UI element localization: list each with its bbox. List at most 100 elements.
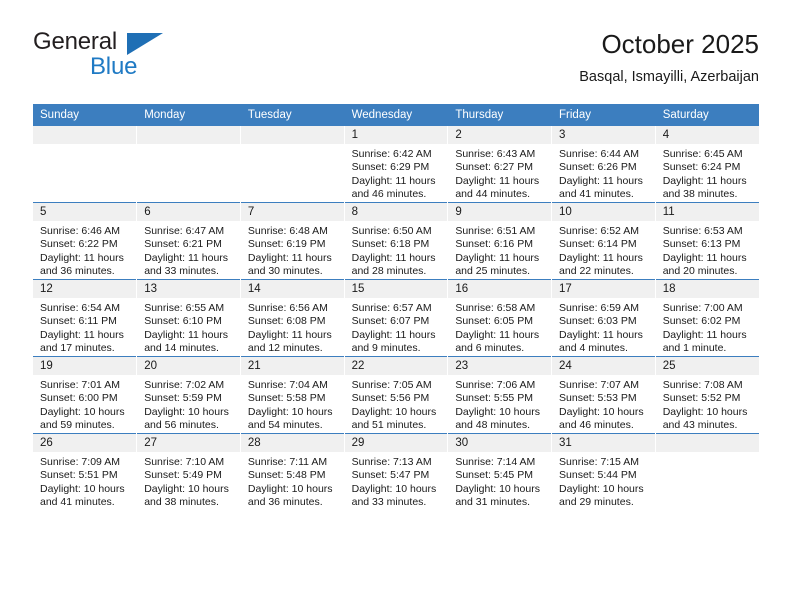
calendar-day-cell[interactable]: 13 Sunrise: 6:55 AM Sunset: 6:10 PM Dayligh… bbox=[136, 279, 241, 357]
calendar-day-cell[interactable]: 5 Sunrise: 6:46 AM Sunset: 6:22 PM Daylight… bbox=[33, 202, 138, 280]
sunrise-time: Sunrise: 7:15 AM bbox=[559, 456, 639, 468]
weekday-header-row: Sunday Monday Tuesday Wednesday Thursday… bbox=[33, 104, 759, 126]
calendar-day-cell[interactable]: 15 Sunrise: 6:57 AM Sunset: 6:07 PM Dayligh… bbox=[344, 279, 449, 357]
calendar-day-cell[interactable]: 12 Sunrise: 6:54 AM Sunset: 6:11 PM Dayligh… bbox=[33, 279, 138, 357]
day-details: Sunrise: 7:09 AM Sunset: 5:51 PM Daylight:… bbox=[33, 452, 136, 509]
daylight-duration-line2: and 59 minutes. bbox=[40, 418, 115, 431]
sunrise-time: Sunrise: 7:00 AM bbox=[662, 302, 743, 314]
day-details: Sunrise: 6:44 AM Sunset: 6:26 PM Daylight:… bbox=[552, 144, 654, 201]
calendar-day-cell[interactable]: 1 Sunrise: 6:42 AM Sunset: 6:29 PM Daylight… bbox=[344, 126, 449, 203]
daylight-duration-line1: Daylight: 11 hours bbox=[455, 174, 540, 187]
calendar-day-cell[interactable]: 27 Sunrise: 7:10 AM Sunset: 5:49 PM Dayligh… bbox=[136, 433, 241, 510]
sunrise-time: Sunrise: 6:56 AM bbox=[247, 302, 328, 314]
day-details: Sunrise: 7:13 AM Sunset: 5:47 PM Daylight:… bbox=[345, 452, 447, 509]
sunset-time: Sunset: 6:07 PM bbox=[351, 315, 430, 328]
day-number: 28 bbox=[240, 434, 344, 452]
sunset-time: Sunset: 5:44 PM bbox=[559, 469, 637, 482]
calendar-day-cell[interactable]: 4 Sunrise: 6:45 AM Sunset: 6:24 PM Daylight… bbox=[655, 126, 759, 203]
daylight-duration-line2: and 28 minutes. bbox=[351, 264, 427, 277]
daylight-duration-line2: and 17 minutes. bbox=[40, 341, 115, 354]
calendar-day-cell[interactable]: 8 Sunrise: 6:50 AM Sunset: 6:18 PM Daylight… bbox=[344, 202, 449, 280]
daylight-duration-line1: Daylight: 11 hours bbox=[144, 251, 229, 264]
sunrise-time: Sunrise: 6:46 AM bbox=[40, 225, 120, 237]
calendar-day-cell[interactable]: 11 Sunrise: 6:53 AM Sunset: 6:13 PM Dayligh… bbox=[655, 202, 759, 280]
daylight-duration-line2: and 41 minutes. bbox=[40, 495, 115, 508]
sunrise-time: Sunrise: 6:59 AM bbox=[559, 302, 639, 314]
calendar-day-cell[interactable]: 20 Sunrise: 7:02 AM Sunset: 5:59 PM Dayligh… bbox=[136, 356, 241, 434]
calendar-day-cell[interactable]: 24 Sunrise: 7:07 AM Sunset: 5:53 PM Dayligh… bbox=[551, 356, 656, 434]
daylight-duration-line1: Daylight: 10 hours bbox=[351, 482, 437, 495]
day-details: Sunrise: 6:48 AM Sunset: 6:19 PM Daylight:… bbox=[241, 221, 343, 278]
sunrise-time: Sunrise: 7:06 AM bbox=[455, 379, 536, 391]
daylight-duration-line1: Daylight: 11 hours bbox=[351, 251, 436, 264]
day-number: 25 bbox=[655, 357, 759, 375]
calendar-day-cell[interactable]: 26 Sunrise: 7:09 AM Sunset: 5:51 PM Dayligh… bbox=[33, 433, 138, 510]
page-subtitle-location: Basqal, Ismayilli, Azerbaijan bbox=[579, 69, 759, 85]
sunset-time: Sunset: 6:29 PM bbox=[351, 161, 430, 174]
sunset-time: Sunset: 5:59 PM bbox=[144, 392, 222, 405]
day-number: 7 bbox=[240, 203, 344, 221]
daylight-duration-line1: Daylight: 11 hours bbox=[40, 328, 124, 341]
daylight-duration-line1: Daylight: 10 hours bbox=[40, 482, 125, 495]
calendar-day-cell[interactable]: 17 Sunrise: 6:59 AM Sunset: 6:03 PM Dayligh… bbox=[551, 279, 656, 357]
calendar-day-cell[interactable]: 25 Sunrise: 7:08 AM Sunset: 5:52 PM Dayligh… bbox=[655, 356, 759, 434]
day-details: Sunrise: 6:57 AM Sunset: 6:07 PM Daylight:… bbox=[345, 298, 447, 355]
daylight-duration-line1: Daylight: 11 hours bbox=[40, 251, 124, 264]
daylight-duration-line2: and 56 minutes. bbox=[144, 418, 219, 431]
day-details: Sunrise: 6:56 AM Sunset: 6:08 PM Daylight:… bbox=[241, 298, 343, 355]
sunrise-time: Sunrise: 7:10 AM bbox=[144, 456, 225, 468]
daylight-duration-line2: and 20 minutes. bbox=[662, 264, 738, 277]
day-details: Sunrise: 6:46 AM Sunset: 6:22 PM Daylight:… bbox=[33, 221, 136, 278]
sunset-time: Sunset: 5:53 PM bbox=[559, 392, 637, 405]
daylight-duration-line1: Daylight: 11 hours bbox=[351, 174, 436, 187]
calendar-day-cell[interactable]: 23 Sunrise: 7:06 AM Sunset: 5:55 PM Dayligh… bbox=[447, 356, 553, 434]
sunset-time: Sunset: 5:49 PM bbox=[144, 469, 222, 482]
daylight-duration-line2: and 22 minutes. bbox=[559, 264, 634, 277]
sunrise-time: Sunrise: 6:43 AM bbox=[455, 148, 536, 160]
day-number: 14 bbox=[240, 280, 344, 298]
calendar-day-cell[interactable]: 16 Sunrise: 6:58 AM Sunset: 6:05 PM Dayligh… bbox=[447, 279, 553, 357]
calendar-day-cell-empty bbox=[655, 433, 759, 510]
calendar-day-cell[interactable]: 3 Sunrise: 6:44 AM Sunset: 6:26 PM Daylight… bbox=[551, 126, 656, 203]
daylight-duration-line1: Daylight: 10 hours bbox=[559, 482, 644, 495]
calendar-day-cell[interactable]: 6 Sunrise: 6:47 AM Sunset: 6:21 PM Daylight… bbox=[136, 202, 241, 280]
daylight-duration-line2: and 29 minutes. bbox=[559, 495, 634, 508]
calendar-day-cell[interactable]: 31 Sunrise: 7:15 AM Sunset: 5:44 PM Dayligh… bbox=[551, 433, 656, 510]
calendar-day-cell[interactable]: 14 Sunrise: 6:56 AM Sunset: 6:08 PM Dayligh… bbox=[240, 279, 345, 357]
weekday-header-sunday: Sunday bbox=[33, 104, 138, 126]
calendar-day-cell[interactable]: 10 Sunrise: 6:52 AM Sunset: 6:14 PM Dayligh… bbox=[551, 202, 656, 280]
calendar-day-cell[interactable]: 21 Sunrise: 7:04 AM Sunset: 5:58 PM Dayligh… bbox=[240, 356, 345, 434]
sunrise-time: Sunrise: 6:47 AM bbox=[144, 225, 225, 237]
calendar-day-cell[interactable]: 22 Sunrise: 7:05 AM Sunset: 5:56 PM Dayligh… bbox=[344, 356, 449, 434]
daylight-duration-line1: Daylight: 10 hours bbox=[455, 482, 540, 495]
calendar-day-cell[interactable]: 18 Sunrise: 7:00 AM Sunset: 6:02 PM Dayligh… bbox=[655, 279, 759, 357]
day-details: Sunrise: 6:43 AM Sunset: 6:27 PM Daylight:… bbox=[448, 144, 550, 201]
sunset-time: Sunset: 6:10 PM bbox=[144, 315, 222, 328]
sunrise-time: Sunrise: 7:11 AM bbox=[247, 456, 328, 468]
day-number bbox=[240, 126, 344, 144]
day-number: 1 bbox=[344, 126, 447, 144]
general-blue-logo[interactable]: General Blue bbox=[33, 28, 263, 88]
sunset-time: Sunset: 6:00 PM bbox=[40, 392, 118, 405]
daylight-duration-line2: and 1 minute. bbox=[662, 341, 727, 354]
daylight-duration-line2: and 25 minutes. bbox=[455, 264, 531, 277]
day-details: Sunrise: 7:05 AM Sunset: 5:56 PM Daylight:… bbox=[345, 375, 447, 432]
day-number: 18 bbox=[655, 280, 759, 298]
calendar-day-cell[interactable]: 28 Sunrise: 7:11 AM Sunset: 5:48 PM Dayligh… bbox=[240, 433, 345, 510]
day-number: 12 bbox=[33, 280, 136, 298]
calendar-day-cell[interactable]: 9 Sunrise: 6:51 AM Sunset: 6:16 PM Daylight… bbox=[447, 202, 553, 280]
calendar-day-cell[interactable]: 30 Sunrise: 7:14 AM Sunset: 5:45 PM Dayligh… bbox=[447, 433, 553, 510]
sunset-time: Sunset: 6:16 PM bbox=[455, 238, 533, 251]
day-details: Sunrise: 6:59 AM Sunset: 6:03 PM Daylight:… bbox=[552, 298, 654, 355]
day-details: Sunrise: 7:15 AM Sunset: 5:44 PM Daylight:… bbox=[552, 452, 654, 509]
sunrise-time: Sunrise: 6:58 AM bbox=[455, 302, 536, 314]
sunset-time: Sunset: 6:14 PM bbox=[559, 238, 637, 251]
day-details: Sunrise: 6:55 AM Sunset: 6:10 PM Daylight:… bbox=[137, 298, 239, 355]
calendar-day-cell[interactable]: 19 Sunrise: 7:01 AM Sunset: 6:00 PM Dayligh… bbox=[33, 356, 138, 434]
daylight-duration-line2: and 12 minutes. bbox=[247, 341, 323, 354]
sunset-time: Sunset: 6:22 PM bbox=[40, 238, 118, 251]
calendar-day-cell[interactable]: 7 Sunrise: 6:48 AM Sunset: 6:19 PM Daylight… bbox=[240, 202, 345, 280]
calendar-day-cell[interactable]: 2 Sunrise: 6:43 AM Sunset: 6:27 PM Daylight… bbox=[447, 126, 553, 203]
day-details: Sunrise: 6:42 AM Sunset: 6:29 PM Daylight:… bbox=[345, 144, 447, 201]
calendar-day-cell[interactable]: 29 Sunrise: 7:13 AM Sunset: 5:47 PM Dayligh… bbox=[344, 433, 449, 510]
